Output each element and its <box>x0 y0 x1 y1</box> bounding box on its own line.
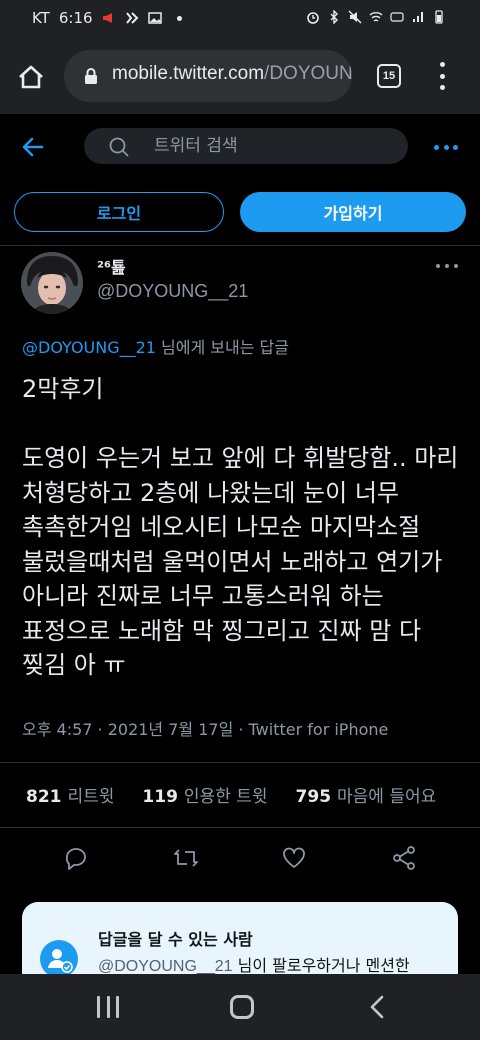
carrier-label: KT <box>32 9 50 27</box>
volte-icon <box>390 12 404 22</box>
status-bar: KT 6:16 <box>0 0 480 38</box>
bluetooth-icon <box>330 10 338 24</box>
reply-restriction-icon <box>40 940 78 978</box>
quotes-stat[interactable]: 119 인용한 트윗 <box>142 782 267 807</box>
likes-count: 795 <box>295 787 332 807</box>
reply-restriction-card: 답글을 달 수 있는 사람 @DOYOUNG__21 님이 팔로우하거나 멘션한 <box>22 902 458 982</box>
megaphone-icon <box>102 13 112 23</box>
recent-apps-button[interactable] <box>97 996 119 1018</box>
display-name[interactable]: ²⁶툞 <box>97 254 126 278</box>
retweets-label: 리트윗 <box>67 787 115 807</box>
gallery-icon <box>147 12 162 24</box>
replying-to: @DOYOUNG__21 님에게 보내는 답글 <box>22 334 289 358</box>
stats-divider <box>0 827 480 828</box>
tweet-more-button[interactable] <box>436 264 458 270</box>
system-nav-bar <box>0 974 480 1040</box>
retweets-count: 821 <box>26 787 62 807</box>
user-handle[interactable]: @DOYOUNG__21 <box>97 281 248 302</box>
reply-suffix: 님에게 보내는 답글 <box>155 338 289 357</box>
home-icon[interactable] <box>16 62 46 92</box>
quotes-count: 119 <box>142 787 178 807</box>
retweets-stat[interactable]: 821 리트윗 <box>26 782 114 807</box>
tab-switcher-button[interactable]: 15 <box>377 64 401 88</box>
avatar[interactable] <box>21 252 83 314</box>
browser-menu-button[interactable] <box>432 60 452 92</box>
reply-mention-link[interactable]: @DOYOUNG__21 <box>22 338 156 357</box>
auth-buttons: 로그인 가입하기 <box>0 192 480 234</box>
signup-button[interactable]: 가입하기 <box>240 192 466 232</box>
wifi-icon <box>369 12 383 22</box>
reply-card-title: 답글을 달 수 있는 사람 <box>98 930 253 949</box>
alarm-icon <box>307 12 319 24</box>
reply-card-desc-rest: 님이 팔로우하거나 멘션한 <box>232 956 410 975</box>
url-text: mobile.twitter.com/DOYOUNG__21 <box>112 63 352 85</box>
likes-stat[interactable]: 795 마음에 들어요 <box>296 782 437 807</box>
battery-icon <box>435 10 443 24</box>
clock: 6:16 <box>58 9 93 27</box>
login-button[interactable]: 로그인 <box>14 192 224 232</box>
reply-icon[interactable] <box>62 844 90 872</box>
app-notification-icon <box>125 12 138 24</box>
reply-card-description: @DOYOUNG__21 님이 팔로우하거나 멘션한 <box>98 952 410 976</box>
likes-label: 마음에 들어요 <box>337 787 437 807</box>
like-icon[interactable] <box>280 844 308 872</box>
more-options-button[interactable] <box>434 142 458 152</box>
share-icon[interactable] <box>390 844 418 872</box>
tweet-actions <box>0 844 480 874</box>
more-notifications-icon <box>176 15 182 21</box>
system-home-button[interactable] <box>230 995 254 1019</box>
address-bar[interactable]: mobile.twitter.com/DOYOUNG__21 <box>64 50 352 102</box>
reply-card-mention: @DOYOUNG__21 <box>98 958 233 975</box>
search-input[interactable] <box>154 135 374 157</box>
twitter-header <box>0 114 480 180</box>
search-icon <box>109 137 129 157</box>
quotes-label: 인용한 트윗 <box>183 787 268 807</box>
system-back-icon[interactable] <box>368 995 388 1019</box>
url-domain: mobile.twitter.com <box>112 63 265 84</box>
avatar-image <box>21 252 83 314</box>
tweet-timestamp[interactable]: 오후 4:57 · 2021년 7월 17일 · Twitter for iPh… <box>22 716 388 740</box>
tweet-stats: 821 리트윗 119 인용한 트윗 795 마음에 들어요 <box>26 782 436 807</box>
lock-icon <box>85 68 97 84</box>
header-divider <box>0 245 480 246</box>
signal-icon <box>413 12 423 22</box>
tab-count: 15 <box>382 70 396 82</box>
browser-toolbar: mobile.twitter.com/DOYOUNG__21 15 <box>0 38 480 114</box>
meta-divider <box>0 762 480 763</box>
search-box[interactable] <box>84 128 408 164</box>
retweet-icon[interactable] <box>172 844 200 872</box>
mute-icon <box>348 10 362 24</box>
tweet-text: 2막후기 도영이 우는거 보고 앞에 다 휘발당함.. 마리 처형당하고 2층에… <box>22 375 459 679</box>
back-arrow-icon[interactable] <box>20 134 46 160</box>
url-path: /DOYOUNG__21 <box>264 63 352 84</box>
